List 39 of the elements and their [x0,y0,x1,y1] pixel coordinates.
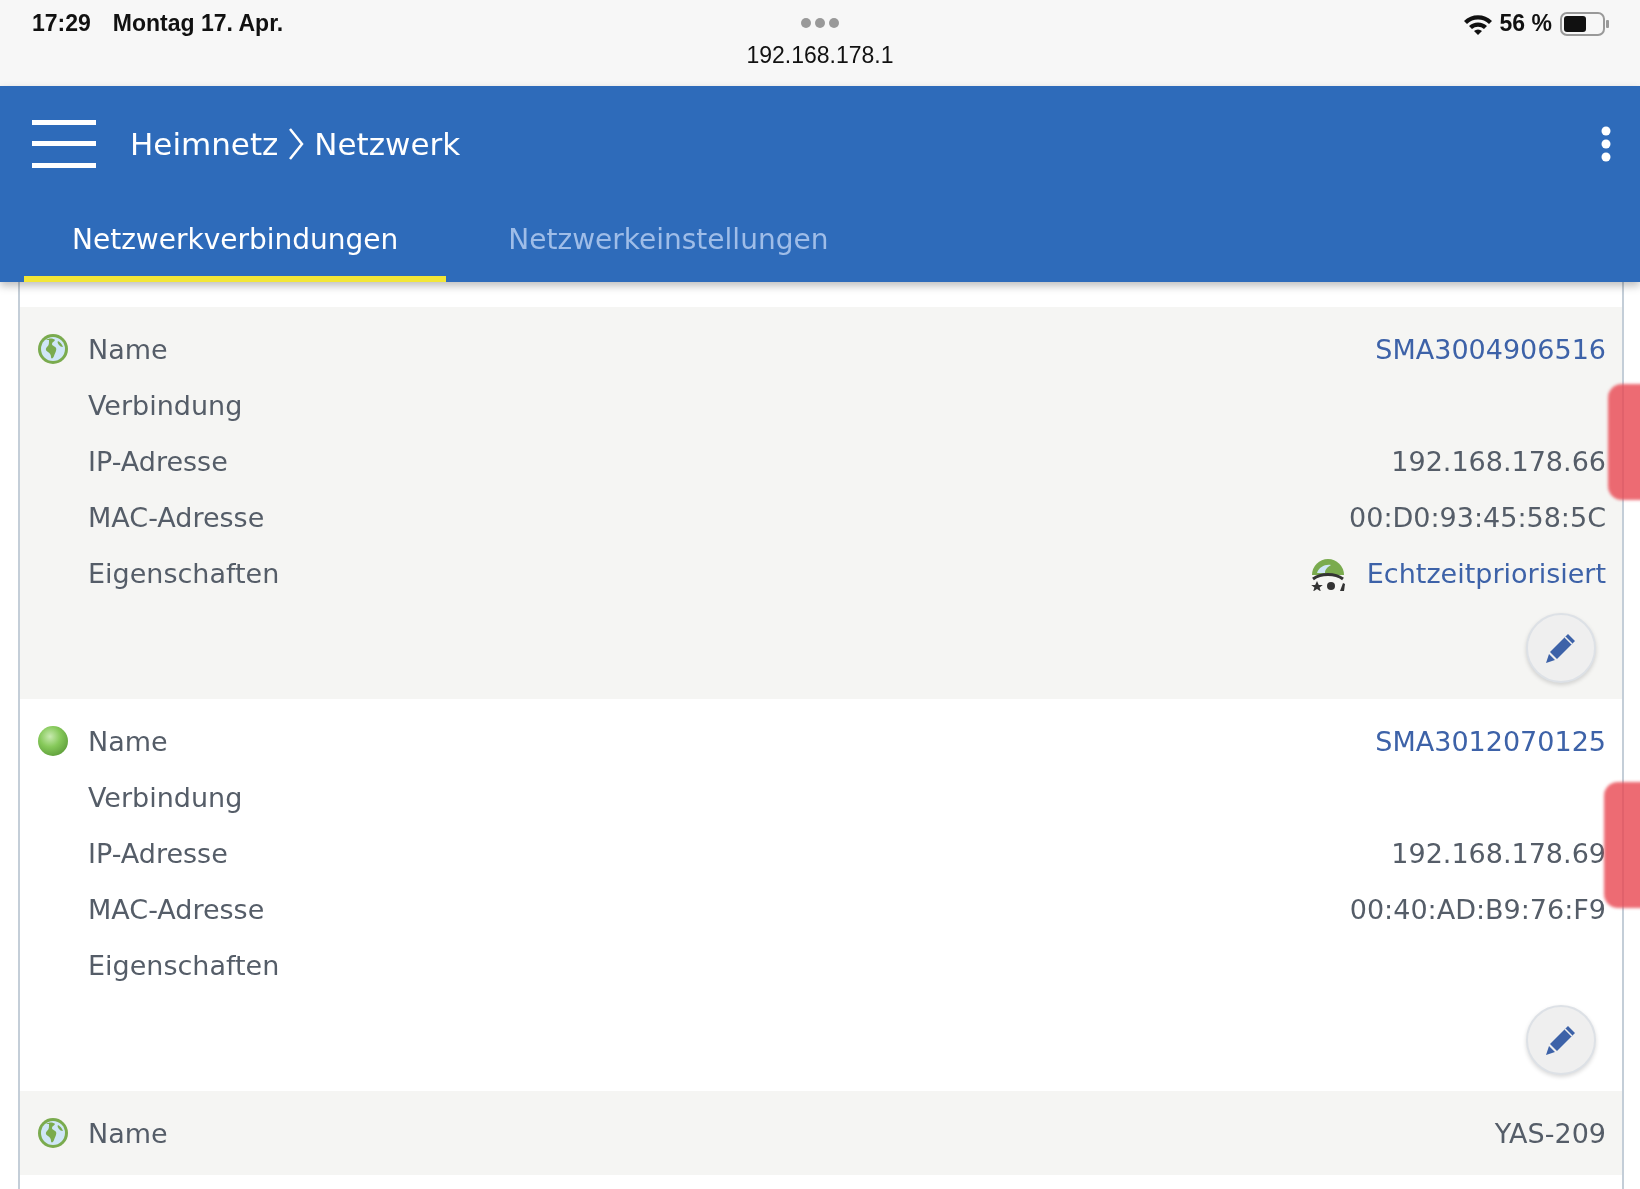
field-label: Verbindung [88,781,243,813]
edit-button[interactable] [1526,1005,1596,1075]
field-label: Name [88,725,168,757]
field-label: Eigenschaften [88,949,280,981]
url-text[interactable]: 192.168.178.1 [746,42,894,69]
clock-time: 17:29 [32,10,91,37]
globe-icon [37,333,69,365]
field-label: Verbindung [88,389,243,421]
field-label: Eigenschaften [88,557,280,589]
value-link[interactable]: SMA3012070125 [1375,725,1606,757]
date: Montag 17. Apr. [112,10,284,37]
pencil-icon [1544,1023,1578,1057]
menu-icon[interactable] [32,120,96,168]
pencil-icon [1544,631,1578,665]
field-label: MAC-Adresse [88,501,265,533]
field-value: 00:D0:93:45:58:5C [1349,501,1606,533]
field-label: MAC-Adresse [88,893,265,925]
field-value: YAS-209 [1494,1117,1606,1149]
breadcrumb-item: Netzwerk [314,126,461,162]
field-label: IP-Adresse [88,837,228,869]
field-label: Name [88,1117,168,1149]
value-link[interactable]: SMA3004906516 [1375,333,1606,365]
tab[interactable]: Netzwerkverbindungen [24,202,447,282]
field-label: IP-Adresse [88,445,228,477]
value-link[interactable]: Echtzeitpriorisiert [1366,557,1606,589]
field-value: 192.168.178.69 [1391,837,1606,869]
wifi-icon [1463,12,1492,35]
status-dot-icon [37,725,69,757]
field-label: Name [88,333,168,365]
battery-icon [1560,11,1610,36]
field-value: 00:40:AD:B9:76:F9 [1349,893,1606,925]
edit-button[interactable] [1526,613,1596,683]
tab[interactable]: Netzwerkeinstellungen [460,202,877,282]
more-dots-icon [800,17,840,29]
globe-icon [37,1117,69,1149]
battery-percent: 56 % [1499,10,1552,37]
more-vertical-icon[interactable] [1600,126,1612,162]
field-value: 192.168.178.66 [1391,445,1606,477]
breadcrumb-item[interactable]: Heimnetz [130,126,279,162]
